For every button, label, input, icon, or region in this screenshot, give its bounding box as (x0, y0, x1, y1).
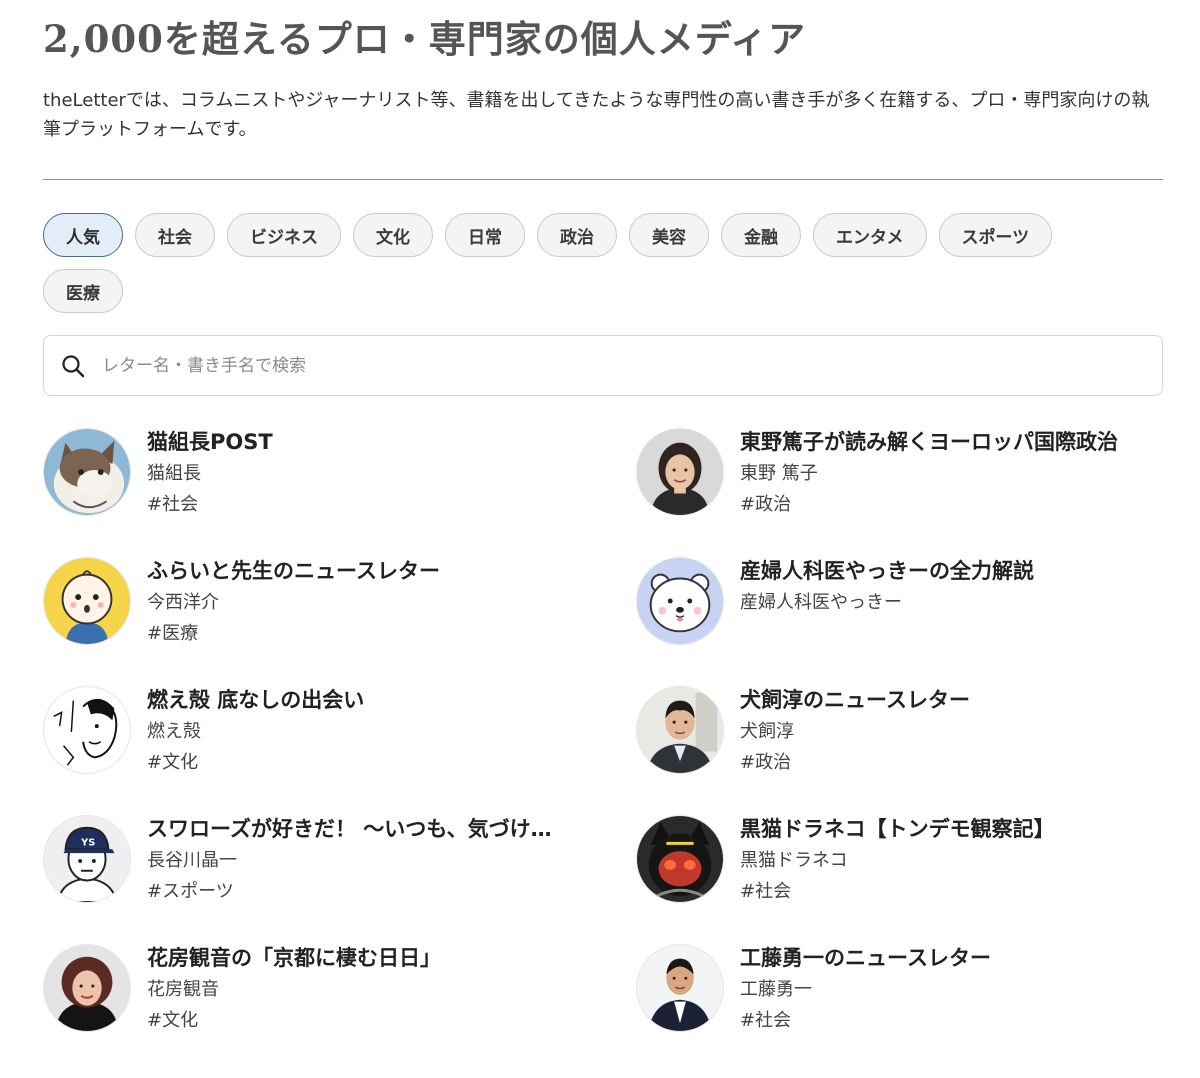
letter-tag: #医療 (147, 623, 199, 644)
category-chip-finance[interactable]: 金融 (721, 213, 801, 257)
search-icon (60, 353, 86, 379)
letter-tag: #文化 (147, 1010, 199, 1031)
letter-tag: #文化 (147, 752, 199, 773)
letter-title: 犬飼淳のニュースレター (740, 688, 970, 712)
category-filter: 人気 社会 ビジネス 文化 日常 政治 美容 金融 エンタメ スポーツ 医療 (43, 213, 1143, 313)
category-chip-society[interactable]: 社会 (135, 213, 215, 257)
search-input[interactable] (100, 354, 1004, 377)
letter-author: 工藤勇一 (740, 979, 812, 1000)
category-chip-business[interactable]: ビジネス (227, 213, 341, 257)
search-box[interactable] (43, 335, 1163, 396)
letter-author: 産婦人科医やっきー (740, 592, 902, 613)
letter-title: ふらいと先生のニュースレター (147, 559, 440, 583)
letter-tag: #社会 (147, 494, 199, 515)
sketch-illustration-avatar (43, 686, 131, 774)
letter-tag: #政治 (740, 494, 792, 515)
letter-author: 燃え殻 (147, 721, 201, 742)
letter-card[interactable]: ふらいと先生のニュースレター 今西洋介 #医療 (43, 557, 636, 661)
letter-tag: #スポーツ (147, 881, 234, 902)
letter-title: 黒猫ドラネコ【トンデモ観察記】 (740, 817, 1055, 841)
letter-title: 燃え殻 底なしの出会い (147, 688, 365, 712)
letter-title: スワローズが好きだ！ 〜いつも、気づけ… (147, 817, 552, 841)
letter-card[interactable]: YS スワローズが好きだ！ 〜いつも、気づけ… 長谷川晶一 #スポーツ (43, 815, 636, 919)
woman-portrait-avatar (636, 428, 724, 516)
letter-author: 黒猫ドラネコ (740, 850, 848, 871)
letter-title: 花房観音の「京都に棲む日日」 (147, 946, 441, 970)
man-portrait-avatar (636, 686, 724, 774)
baby-illustration-avatar (43, 557, 131, 645)
divider (43, 179, 1163, 180)
category-chip-medical[interactable]: 医療 (43, 269, 123, 313)
letter-card[interactable]: 猫組長POST 猫組長 #社会 (43, 428, 636, 532)
page-description: theLetterでは、コラムニストやジャーナリスト等、書籍を出してきたような専… (43, 90, 1150, 140)
letter-tag: #社会 (740, 1010, 792, 1031)
letter-card[interactable]: 東野篤子が読み解くヨーロッパ国際政治 東野 篤子 #政治 (636, 428, 1163, 532)
letter-author: 長谷川晶一 (147, 850, 237, 871)
category-chip-daily[interactable]: 日常 (445, 213, 525, 257)
category-chip-sports[interactable]: スポーツ (938, 213, 1053, 257)
letter-title: 産婦人科医やっきーの全力解説 (740, 559, 1034, 583)
category-chip-entertainment[interactable]: エンタメ (813, 213, 927, 257)
letter-card[interactable]: 花房観音の「京都に棲む日日」 花房観音 #文化 (43, 944, 636, 1048)
black-cat-mask-avatar (636, 815, 724, 903)
letter-tag: #社会 (740, 881, 792, 902)
letter-author: 東野 篤子 (740, 463, 818, 484)
woman-portrait-avatar (43, 944, 131, 1032)
cap-man-illustration-avatar: YS (43, 815, 131, 903)
letter-card[interactable]: 黒猫ドラネコ【トンデモ観察記】 黒猫ドラネコ #社会 (636, 815, 1163, 919)
letter-title: 猫組長POST (147, 430, 273, 454)
svg-text:YS: YS (80, 837, 95, 848)
cat-illustration-avatar (43, 428, 131, 516)
letter-author: 今西洋介 (147, 592, 219, 613)
man-suit-portrait-avatar (636, 944, 724, 1032)
letter-card[interactable]: 犬飼淳のニュースレター 犬飼淳 #政治 (636, 686, 1163, 790)
category-chip-politics[interactable]: 政治 (537, 213, 617, 257)
letter-card[interactable]: 燃え殻 底なしの出会い 燃え殻 #文化 (43, 686, 636, 790)
page-container: 2,000を超えるプロ・専門家の個人メディア theLetterでは、コラムニス… (43, 0, 1163, 1048)
polar-bear-illustration-avatar (636, 557, 724, 645)
page-title: 2,000を超えるプロ・専門家の個人メディア (43, 17, 807, 61)
category-chip-culture[interactable]: 文化 (353, 213, 433, 257)
letter-card[interactable]: 産婦人科医やっきーの全力解説 産婦人科医やっきー (636, 557, 1163, 661)
category-chip-popular[interactable]: 人気 (43, 213, 123, 257)
letter-list: 猫組長POST 猫組長 #社会 東野篤子が読み解くヨーロッパ国際政治 東野 篤子… (43, 428, 1163, 1048)
letter-author: 犬飼淳 (740, 721, 794, 742)
letter-author: 花房観音 (147, 979, 219, 1000)
letter-title: 東野篤子が読み解くヨーロッパ国際政治 (740, 430, 1118, 454)
letter-title: 工藤勇一のニュースレター (740, 946, 991, 970)
category-chip-beauty[interactable]: 美容 (629, 213, 709, 257)
letter-tag: #政治 (740, 752, 792, 773)
letter-author: 猫組長 (147, 463, 201, 484)
letter-card[interactable]: 工藤勇一のニュースレター 工藤勇一 #社会 (636, 944, 1163, 1048)
